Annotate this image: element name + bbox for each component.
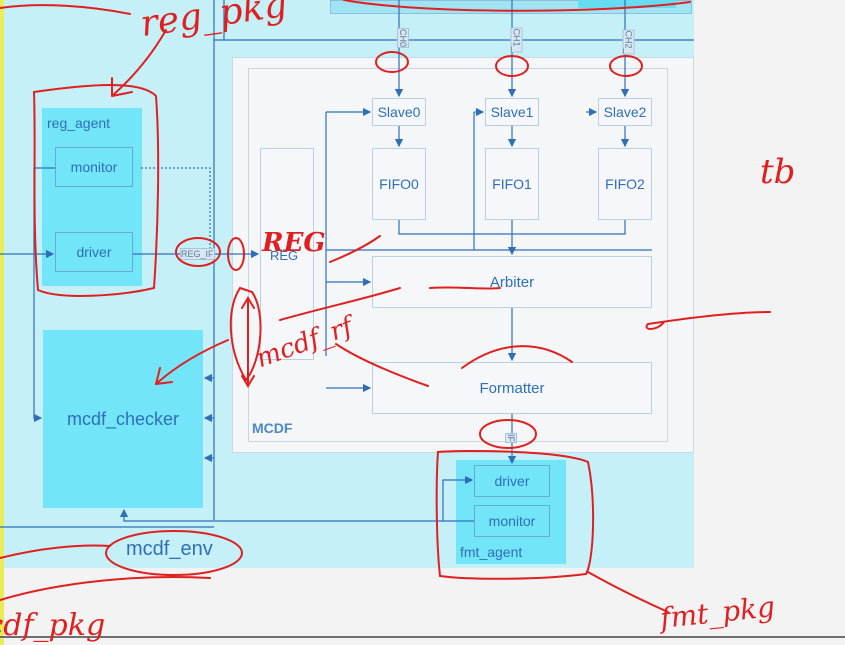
handwritten-annotations [0,0,771,613]
annotation-circle-fmt-if [479,419,537,449]
annotation-double-arrow [241,296,255,388]
annotation-stroke-fmt-pkg [587,571,669,613]
annotation-tb: tb [760,152,796,192]
annotation-loop-reg-agent [32,84,160,297]
annotation-circle-reg-port [227,237,245,271]
annotation-circle-ch1 [495,55,529,77]
annotation-stroke-arbiter [329,235,381,263]
annotation-reg: REG [262,228,326,258]
annotation-loop-fmt-agent [435,450,595,580]
annotation-stroke-top-channels [343,0,691,12]
annotation-circle-reg-if [175,237,221,267]
annotation-circle-ch0 [375,51,409,73]
annotation-stroke-top-left [0,4,131,15]
annotation-circle-ch2 [609,55,643,77]
annotation-stroke-bottom [0,576,211,601]
annotation-stroke-tb [645,311,771,330]
annotation-stroke-formatter-left [335,343,429,387]
annotation-circle-mcdf-env [105,530,243,576]
annotation-stroke-formatter [461,345,573,369]
annotation-arrow-checker [155,339,229,385]
annotation-stroke-env [0,544,111,559]
annotation-mcdf-pkg: mcdf_pkg [0,608,106,643]
annotation-stroke-arbiter-label [429,286,501,290]
